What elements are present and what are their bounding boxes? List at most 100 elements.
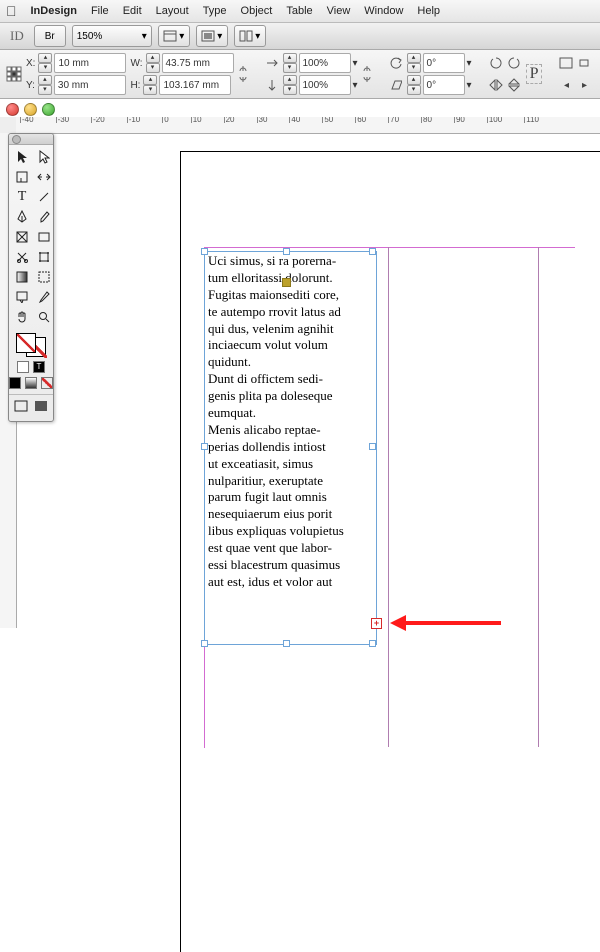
menu-view[interactable]: View: [327, 5, 351, 17]
flip-v-icon[interactable]: [506, 77, 522, 93]
ruler-tick: 50: [322, 117, 333, 123]
w-input[interactable]: 43.75 mm: [162, 53, 234, 73]
zoom-select[interactable]: 150%▾: [72, 25, 152, 47]
constrain-wh-icon[interactable]: [238, 66, 248, 82]
ruler-tick: 10: [191, 117, 202, 123]
h-input[interactable]: 103.167 mm: [159, 75, 231, 95]
handle-mr[interactable]: [369, 443, 376, 450]
handle-ml[interactable]: [201, 443, 208, 450]
select-content-icon[interactable]: [576, 55, 592, 71]
formatting-container-icon[interactable]: [17, 361, 29, 373]
ruler-tick: 100: [487, 117, 502, 123]
apply-color-icon[interactable]: [9, 377, 21, 389]
shear-stepper[interactable]: ▴▾: [407, 75, 421, 95]
constrain-scale-icon[interactable]: [362, 66, 372, 82]
tools-titlebar[interactable]: [9, 134, 53, 145]
rotate-ccw-icon[interactable]: [488, 55, 504, 71]
w-stepper[interactable]: ▴▾: [146, 53, 160, 73]
menu-layout[interactable]: Layout: [156, 5, 189, 17]
apply-gradient-icon[interactable]: [25, 377, 37, 389]
app-name[interactable]: InDesign: [31, 5, 77, 17]
ruler-tick: -30: [56, 117, 70, 123]
scale-y-input[interactable]: 100%: [299, 75, 351, 95]
formatting-text-icon[interactable]: T: [33, 361, 45, 373]
menu-file[interactable]: File: [91, 5, 109, 17]
text-frame[interactable]: Uci simus, si ra porerna- tum elloritass…: [204, 251, 377, 645]
shear-input[interactable]: 0°: [423, 75, 465, 95]
rotate-input[interactable]: 0°: [423, 53, 465, 73]
horizontal-ruler[interactable]: -40-30-20-100102030405060708090100110: [16, 117, 600, 134]
rotate-stepper[interactable]: ▴▾: [407, 53, 421, 73]
scissors-tool[interactable]: [12, 248, 32, 266]
window-close[interactable]: [6, 103, 19, 116]
rectangle-frame-tool[interactable]: [12, 228, 32, 246]
fill-stroke-swatch[interactable]: [16, 333, 46, 357]
menu-edit[interactable]: Edit: [123, 5, 142, 17]
x-input[interactable]: 10 mm: [54, 53, 126, 73]
gap-tool[interactable]: [34, 168, 54, 186]
menu-table[interactable]: Table: [286, 5, 312, 17]
rectangle-tool[interactable]: [34, 228, 54, 246]
apply-none-icon[interactable]: [41, 377, 53, 389]
reference-point-icon[interactable]: [6, 66, 22, 82]
apple-icon[interactable]: : [6, 3, 17, 19]
menu-help[interactable]: Help: [417, 5, 440, 17]
scale-y-icon: [264, 77, 280, 93]
select-container-icon[interactable]: [558, 55, 574, 71]
eyedropper-tool[interactable]: [34, 288, 54, 306]
scale-x-input[interactable]: 100%: [299, 53, 351, 73]
ruler-origin[interactable]: [0, 117, 17, 134]
type-tool[interactable]: T: [12, 188, 32, 206]
gradient-swatch-tool[interactable]: [12, 268, 32, 286]
selection-tool[interactable]: [12, 148, 32, 166]
select-prev-icon[interactable]: ◂: [558, 77, 574, 93]
handle-tm[interactable]: [283, 248, 290, 255]
workspace: -40-30-20-100102030405060708090100110 Uc…: [0, 117, 600, 628]
y-stepper[interactable]: ▴▾: [38, 75, 52, 95]
menu-window[interactable]: Window: [364, 5, 403, 17]
handle-tl[interactable]: [201, 248, 208, 255]
handle-br[interactable]: [369, 640, 376, 647]
pencil-tool[interactable]: [34, 208, 54, 226]
arrange-documents-button[interactable]: ▾: [234, 25, 266, 47]
x-stepper[interactable]: ▴▾: [38, 53, 52, 73]
bridge-button[interactable]: Br: [34, 25, 66, 47]
center-point[interactable]: [282, 278, 291, 287]
free-transform-tool[interactable]: [34, 248, 54, 266]
select-next-icon[interactable]: ▸: [576, 77, 592, 93]
line-tool[interactable]: [34, 188, 54, 206]
overset-text-indicator[interactable]: +: [371, 618, 382, 629]
menu-type[interactable]: Type: [203, 5, 227, 17]
handle-bm[interactable]: [283, 640, 290, 647]
rotate-cw-icon[interactable]: [506, 55, 522, 71]
h-label: H:: [130, 80, 140, 91]
normal-view-icon[interactable]: [12, 397, 30, 415]
direct-selection-tool[interactable]: [34, 148, 54, 166]
window-minimize[interactable]: [24, 103, 37, 116]
flip-h-icon[interactable]: [488, 77, 504, 93]
x-label: X:: [26, 58, 35, 69]
ruler-tick: 70: [388, 117, 399, 123]
hand-tool[interactable]: [12, 308, 32, 326]
y-input[interactable]: 30 mm: [54, 75, 126, 95]
menu-object[interactable]: Object: [241, 5, 273, 17]
tools-close-icon[interactable]: [12, 135, 21, 144]
pen-tool[interactable]: [12, 208, 32, 226]
handle-bl[interactable]: [201, 640, 208, 647]
zoom-tool[interactable]: [34, 308, 54, 326]
ruler-tick: -10: [127, 117, 141, 123]
ruler-tick: 80: [421, 117, 432, 123]
window-zoom[interactable]: [42, 103, 55, 116]
preview-view-icon[interactable]: [32, 397, 50, 415]
handle-tr[interactable]: [369, 248, 376, 255]
ruler-tick: 60: [355, 117, 366, 123]
scale-x-stepper[interactable]: ▴▾: [283, 53, 297, 73]
screen-mode-button[interactable]: ▾: [196, 25, 228, 47]
scale-y-stepper[interactable]: ▴▾: [283, 75, 297, 95]
gradient-feather-tool[interactable]: [34, 268, 54, 286]
tools-panel[interactable]: T T: [8, 133, 54, 422]
page-tool[interactable]: [12, 168, 32, 186]
h-stepper[interactable]: ▴▾: [143, 75, 157, 95]
view-options-button[interactable]: ▾: [158, 25, 190, 47]
note-tool[interactable]: [12, 288, 32, 306]
